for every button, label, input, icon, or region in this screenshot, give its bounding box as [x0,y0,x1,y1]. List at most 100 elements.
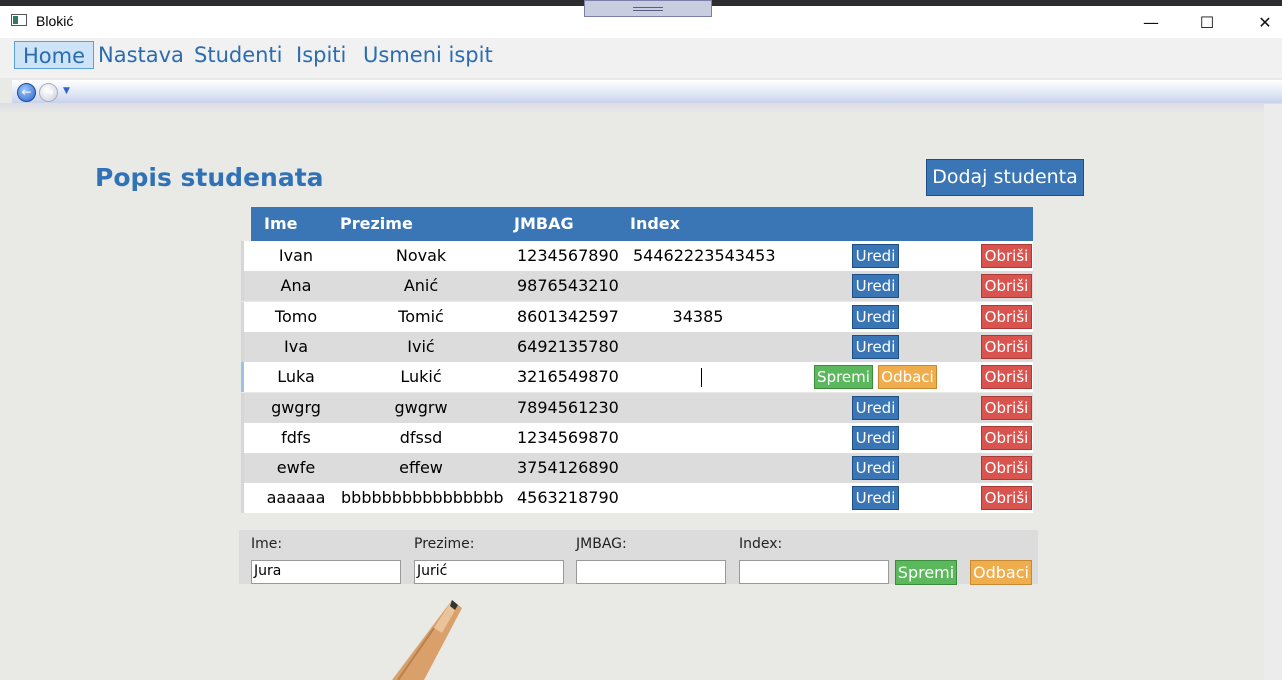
cell-prezime: Anić [403,276,439,296]
menu-usmeni-ispit[interactable]: Usmeni ispit [355,41,501,69]
header-ime: Ime [264,214,298,233]
row-indicator [241,453,244,484]
edit-button[interactable]: Uredi [852,334,899,359]
nav-history-dropdown-icon[interactable]: ▼ [63,86,70,96]
cell-jmbag: 3754126890 [517,458,619,478]
forward-arrow-icon[interactable]: → [39,83,58,102]
delete-button[interactable]: Obriši [981,334,1032,359]
cell-index: 54462223543453 [633,246,776,265]
table-row[interactable]: fdfs dfssd 1234569870 Uredi Obriši [241,422,1033,453]
splitter-handle[interactable] [584,0,712,17]
back-arrow-icon[interactable]: ← [17,83,36,102]
table-row[interactable]: Luka Lukić 3216549870 Spremi Odbaci Obriši [241,362,1033,393]
table-row[interactable]: ewfe effew 3754126890 Uredi Obriši [241,453,1033,484]
index-input[interactable] [739,560,889,584]
form-save-button[interactable]: Spremi [895,560,957,585]
row-indicator [241,483,244,514]
cell-prezime: Lukić [400,367,442,387]
cell-index: 34385 [672,306,724,326]
ime-input[interactable]: Jura [251,560,401,584]
cell-prezime: gwgrw [394,397,448,417]
delete-button[interactable]: Obriši [981,365,1032,390]
cell-prezime: bbbbbbbbbbbbbbbb [341,488,504,508]
cell-ime: Ivan [278,246,314,265]
header-prezime: Prezime [340,214,413,233]
grip-icon [633,7,663,8]
table-row[interactable]: Tomo Tomić 8601342597 34385 Uredi Obriši [241,301,1033,332]
row-indicator [241,241,244,271]
cell-jmbag: 4563218790 [517,488,619,508]
row-indicator [241,301,244,332]
app-window-icon [11,14,27,26]
row-cancel-button[interactable]: Odbaci [878,365,937,390]
row-save-button[interactable]: Spremi [814,365,873,390]
table-row[interactable]: gwgrg gwgrw 7894561230 Uredi Obriši [241,392,1033,423]
edit-button[interactable]: Uredi [852,456,899,481]
maximize-button[interactable]: ☐ [1184,6,1230,38]
edit-button[interactable]: Uredi [852,244,899,268]
pencil-decoration [392,600,462,680]
cell-jmbag: 1234569870 [517,427,619,447]
delete-button[interactable]: Obriši [981,425,1032,450]
ime-label: Ime: [251,536,283,552]
cell-ime: Iva [284,336,308,356]
cell-jmbag: 1234567890 [517,246,619,265]
minimize-icon: — [1143,12,1159,32]
edit-button[interactable]: Uredi [852,486,899,511]
content-shadow [0,103,1282,113]
table-row[interactable]: Iva Ivić 6492135780 Uredi Obriši [241,331,1033,362]
delete-button[interactable]: Obriši [981,244,1032,268]
cell-ime: aaaaaa [266,488,326,508]
window-title: Blokić [36,13,74,29]
cell-ime: gwgrg [271,397,321,417]
text-caret [701,368,702,388]
edit-button[interactable]: Uredi [852,425,899,450]
vertical-scrollbar[interactable] [1264,104,1282,680]
cell-jmbag: 9876543210 [517,276,619,296]
maximize-icon: ☐ [1199,12,1215,32]
menu-studenti[interactable]: Studenti [186,41,291,69]
cell-ime: Tomo [274,306,318,326]
form-cancel-button[interactable]: Odbaci [970,560,1032,585]
delete-button[interactable]: Obriši [981,274,1032,299]
table-row[interactable]: Ana Anić 9876543210 Uredi Obriši [241,271,1033,302]
row-indicator [241,331,244,362]
table-header: Ime Prezime JMBAG Index [251,207,1033,241]
delete-button[interactable]: Obriši [981,304,1032,329]
jmbag-label: JMBAG: [576,536,627,552]
menu-nastava[interactable]: Nastava [90,41,192,69]
cell-ime: Ana [280,276,312,296]
cell-prezime: dfssd [399,427,443,447]
edit-button[interactable]: Uredi [852,395,899,420]
navigation-bar [12,80,1282,103]
row-indicator [241,362,244,393]
cell-jmbag: 6492135780 [517,336,619,356]
minimize-button[interactable]: — [1128,6,1174,38]
cell-ime: ewfe [276,458,316,478]
cell-jmbag: 7894561230 [517,397,619,417]
close-icon: ✕ [1258,12,1272,32]
table-row[interactable]: Ivan Novak 1234567890 54462223543453 Uredi Ob… [241,241,1033,271]
close-window-button[interactable]: ✕ [1242,6,1282,38]
add-student-button[interactable]: Dodaj studenta [926,159,1084,196]
header-index: Index [630,214,680,233]
jmbag-input[interactable] [576,560,726,584]
prezime-input[interactable]: Jurić [414,560,564,584]
menu-home[interactable]: Home [14,41,95,69]
prezime-label: Prezime: [414,536,475,552]
index-label: Index: [739,536,783,552]
edit-button[interactable]: Uredi [852,304,899,329]
cell-jmbag: 8601342597 [517,306,619,326]
delete-button[interactable]: Obriši [981,456,1032,481]
menu-ispiti[interactable]: Ispiti [288,41,354,69]
edit-button[interactable]: Uredi [852,274,899,299]
cell-prezime: Tomić [398,306,444,326]
cell-ime: Luka [277,367,315,387]
delete-button[interactable]: Obriši [981,395,1032,420]
delete-button[interactable]: Obriši [981,486,1032,511]
table-row[interactable]: aaaaaa bbbbbbbbbbbbbbbb 4563218790 Uredi Obr… [241,483,1033,514]
row-indicator [241,392,244,423]
cell-jmbag: 3216549870 [517,367,619,387]
row-indicator [241,271,244,302]
cell-prezime: Ivić [407,336,435,356]
